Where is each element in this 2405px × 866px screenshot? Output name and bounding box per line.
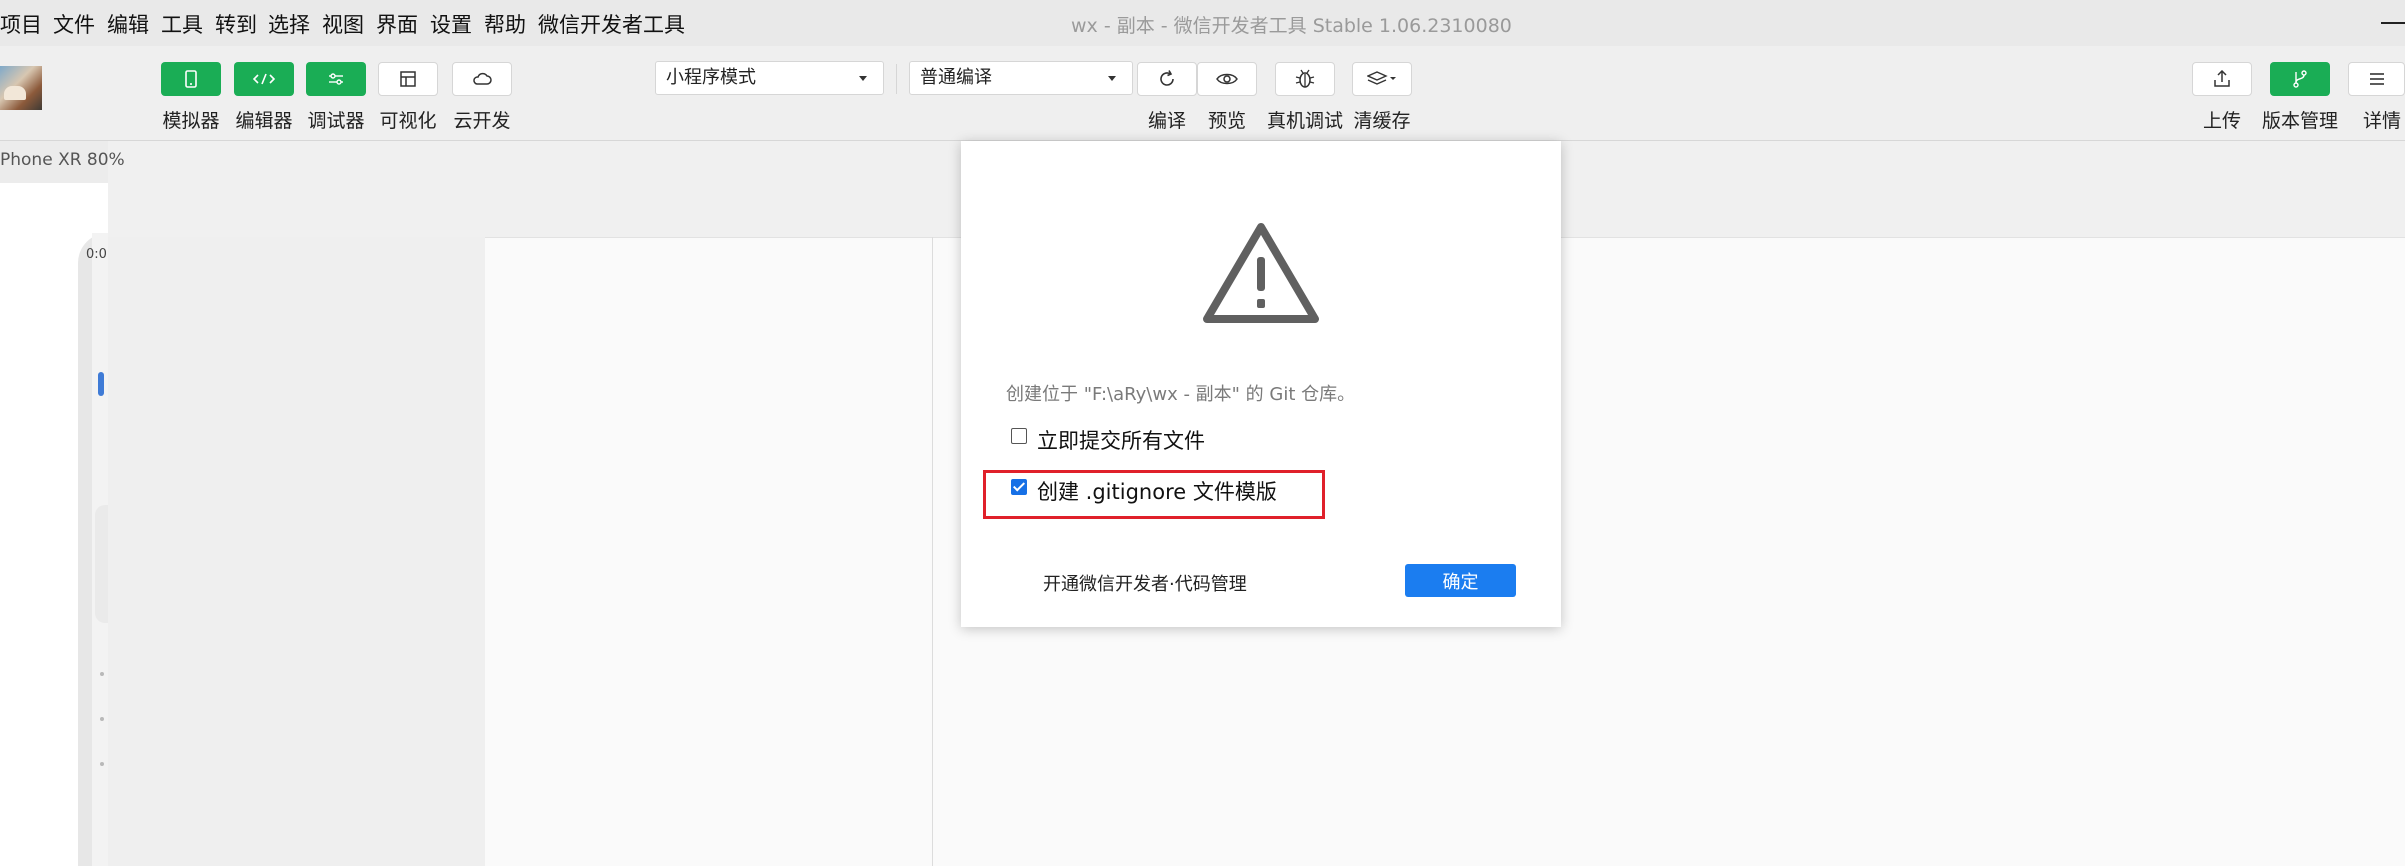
remote-debug-label: 真机调试 bbox=[1266, 110, 1344, 132]
menu-project[interactable]: 项目 bbox=[0, 9, 42, 39]
menu-file[interactable]: 文件 bbox=[53, 9, 95, 39]
refresh-icon bbox=[1160, 70, 1174, 86]
version-control-label: 版本管理 bbox=[2261, 110, 2339, 132]
editor-label: 编辑器 bbox=[235, 110, 293, 132]
toolbar-divider bbox=[896, 64, 897, 94]
phone-list-dot bbox=[100, 762, 104, 766]
debugger-button[interactable] bbox=[306, 62, 366, 96]
device-selector[interactable]: Phone XR 80% bbox=[0, 150, 125, 170]
simulator-button[interactable] bbox=[161, 62, 221, 96]
clear-cache-button[interactable] bbox=[1352, 62, 1412, 96]
menu-icon bbox=[2369, 73, 2384, 85]
highlight-box bbox=[983, 470, 1325, 519]
phone-list-dot bbox=[100, 717, 104, 721]
upload-icon bbox=[2214, 70, 2230, 87]
phone-icon bbox=[185, 70, 197, 88]
menu-view[interactable]: 视图 bbox=[322, 9, 364, 39]
upload-button[interactable] bbox=[2192, 62, 2252, 96]
visual-label: 可视化 bbox=[379, 110, 437, 132]
chevron-down-icon bbox=[859, 76, 867, 81]
cloud-label: 云开发 bbox=[453, 110, 511, 132]
compile-label: 编译 bbox=[1147, 110, 1187, 132]
toolbar: 模拟器 编辑器 调试器 可视化 云开发 小程序模式 普通编译 编译 预览 真机调… bbox=[0, 46, 2405, 141]
compile-select[interactable]: 普通编译 bbox=[909, 61, 1133, 95]
git-branch-icon bbox=[2293, 70, 2307, 88]
minimize-icon[interactable] bbox=[2381, 22, 2405, 24]
sliders-icon bbox=[329, 73, 343, 85]
menu-settings[interactable]: 设置 bbox=[430, 9, 472, 39]
mode-select-value: 小程序模式 bbox=[666, 67, 756, 88]
details-button[interactable] bbox=[2348, 62, 2405, 96]
phone-card bbox=[95, 505, 108, 623]
commit-all-label: 立即提交所有文件 bbox=[1037, 429, 1205, 453]
menu-help[interactable]: 帮助 bbox=[484, 9, 526, 39]
mode-select[interactable]: 小程序模式 bbox=[655, 61, 884, 95]
layout-icon bbox=[400, 71, 416, 87]
version-control-button[interactable] bbox=[2270, 62, 2330, 96]
menu-select[interactable]: 选择 bbox=[268, 9, 310, 39]
code-icon bbox=[253, 73, 275, 85]
avatar[interactable] bbox=[0, 66, 42, 110]
visual-button[interactable] bbox=[378, 62, 438, 96]
clear-cache-label: 清缓存 bbox=[1353, 110, 1411, 132]
details-label: 详情 bbox=[2362, 110, 2402, 132]
simulator-label: 模拟器 bbox=[162, 110, 220, 132]
menu-goto[interactable]: 转到 bbox=[215, 9, 257, 39]
phone-list-dot bbox=[100, 672, 104, 676]
commit-all-checkbox[interactable] bbox=[1011, 428, 1027, 444]
preview-label: 预览 bbox=[1207, 110, 1247, 132]
editor-divider[interactable] bbox=[932, 237, 933, 866]
editor-button[interactable] bbox=[234, 62, 294, 96]
git-init-dialog: 创建位于 "F:\aRy\wx - 副本" 的 Git 仓库。 立即提交所有文件… bbox=[961, 141, 1561, 627]
phone-status-time: 0:0 bbox=[86, 247, 107, 262]
debugger-label: 调试器 bbox=[307, 110, 365, 132]
compile-button[interactable] bbox=[1137, 62, 1197, 96]
commit-all-option[interactable]: 立即提交所有文件 bbox=[1011, 425, 1205, 455]
confirm-button[interactable]: 确定 bbox=[1405, 564, 1516, 597]
dialog-message: 创建位于 "F:\aRy\wx - 副本" 的 Git 仓库。 bbox=[1006, 384, 1356, 405]
upload-label: 上传 bbox=[2202, 110, 2242, 132]
compile-select-value: 普通编译 bbox=[920, 67, 992, 88]
cloud-icon bbox=[473, 72, 492, 85]
layers-icon bbox=[1367, 71, 1396, 85]
cloud-button[interactable] bbox=[452, 62, 512, 96]
phone-accent-mark bbox=[98, 372, 104, 396]
menu-tools[interactable]: 工具 bbox=[161, 9, 203, 39]
chevron-down-icon bbox=[1108, 76, 1116, 81]
code-management-link[interactable]: 开通微信开发者·代码管理 bbox=[1043, 570, 1247, 596]
file-tree-pane bbox=[108, 237, 485, 866]
menu-ui[interactable]: 界面 bbox=[376, 9, 418, 39]
menu-bar: 项目 文件 编辑 工具 转到 选择 视图 界面 设置 帮助 微信开发者工具 wx… bbox=[0, 0, 2405, 46]
remote-debug-button[interactable] bbox=[1275, 62, 1335, 96]
warning-icon bbox=[1203, 223, 1319, 323]
eye-icon bbox=[1216, 73, 1238, 85]
preview-button[interactable] bbox=[1197, 62, 1257, 96]
window-title: wx - 副本 - 微信开发者工具 Stable 1.06.2310080 bbox=[1071, 15, 1512, 37]
bug-icon bbox=[1295, 69, 1315, 88]
menu-wechat-devtools[interactable]: 微信开发者工具 bbox=[538, 9, 685, 39]
menu-edit[interactable]: 编辑 bbox=[107, 9, 149, 39]
